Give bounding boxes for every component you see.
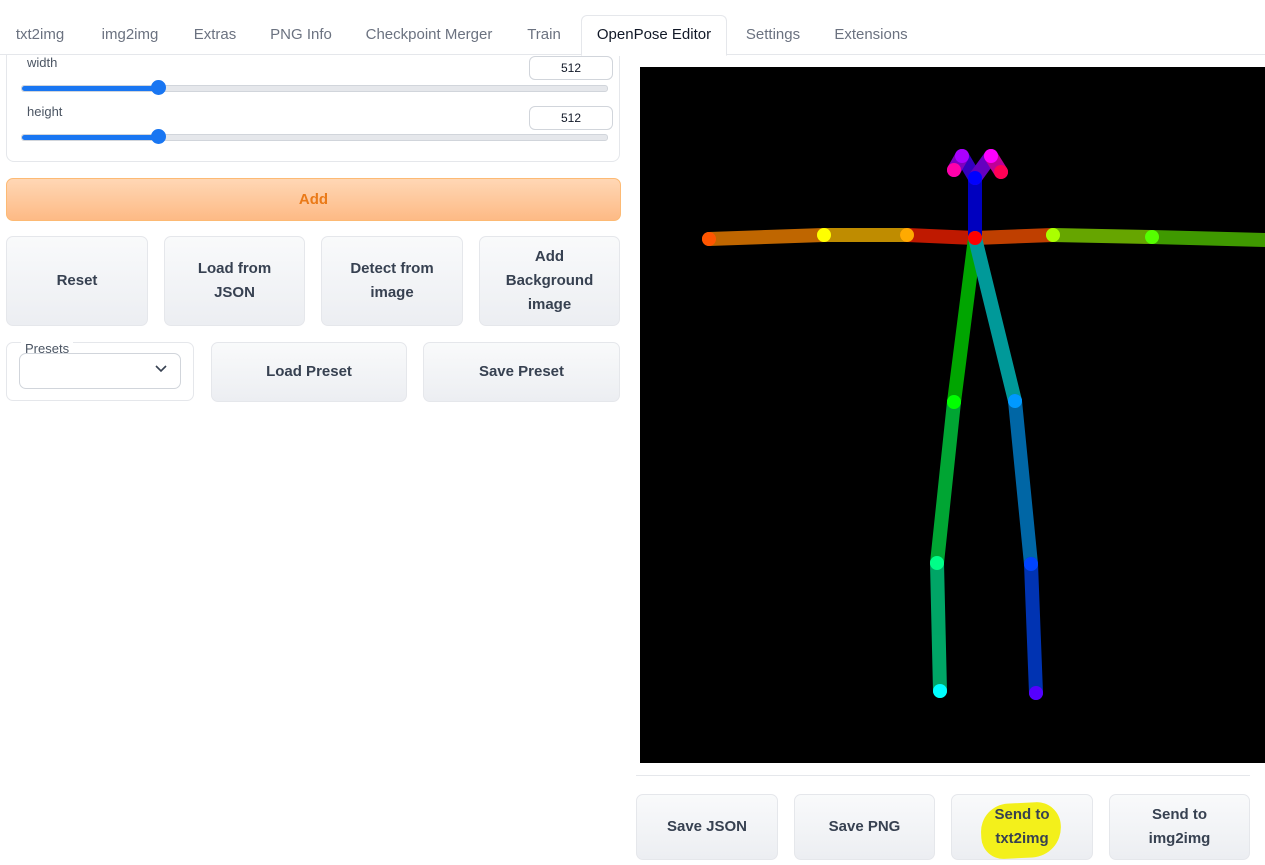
keypoint[interactable] (900, 228, 914, 242)
keypoint[interactable] (994, 165, 1008, 179)
keypoint[interactable] (947, 163, 961, 177)
keypoint[interactable] (1046, 228, 1060, 242)
add-background-image-button[interactable]: Add Background image (479, 236, 620, 326)
limb (930, 395, 961, 570)
load-from-json-label: Load from JSON (197, 260, 272, 301)
save-preset-button[interactable]: Save Preset (423, 342, 620, 402)
keypoint[interactable] (984, 149, 998, 163)
tab-png-info[interactable]: PNG Info (256, 16, 346, 54)
load-preset-label: Load Preset (266, 363, 352, 380)
keypoint[interactable] (702, 232, 716, 246)
send-to-txt2img-label: Send to txt2img (994, 806, 1050, 847)
limb (947, 231, 982, 409)
detect-from-image-button[interactable]: Detect from image (321, 236, 463, 326)
tab-extras[interactable]: Extras (180, 16, 250, 54)
save-preset-label: Save Preset (478, 363, 565, 380)
send-to-img2img-button[interactable]: Send to img2img (1109, 794, 1250, 860)
keypoint[interactable] (1145, 230, 1159, 244)
keypoint[interactable] (930, 556, 944, 570)
limb (900, 228, 982, 245)
add-button[interactable]: Add (6, 178, 621, 221)
tab-txt2img[interactable]: txt2img (0, 16, 80, 54)
send-to-txt2img-button[interactable]: Send to txt2img (951, 794, 1093, 861)
height-slider-fill (22, 135, 159, 140)
tab-settings[interactable]: Settings (731, 16, 815, 54)
limb (1024, 557, 1043, 700)
limb (702, 228, 831, 246)
save-png-label: Save PNG (828, 818, 901, 835)
dimension-sliders-panel: width 512 height 512 (6, 55, 620, 162)
width-label: width (21, 55, 64, 70)
height-label: height (21, 104, 69, 119)
tab-checkpoint-merger[interactable]: Checkpoint Merger (352, 16, 506, 54)
load-preset-button[interactable]: Load Preset (211, 342, 407, 402)
width-slider-block: width 512 (7, 55, 619, 103)
chevron-down-icon (154, 361, 168, 378)
keypoint[interactable] (968, 171, 982, 185)
detect-from-image-label: Detect from image (350, 260, 434, 301)
tab-openpose-editor[interactable]: OpenPose Editor (581, 15, 727, 56)
keypoint[interactable] (1029, 686, 1043, 700)
reset-button[interactable]: Reset (6, 236, 148, 326)
limb (1008, 394, 1038, 571)
tab-img2img[interactable]: img2img (86, 16, 174, 54)
width-slider-fill (22, 86, 159, 91)
add-background-image-label: Add Background image (505, 248, 594, 313)
height-value-input[interactable]: 512 (529, 106, 613, 130)
tab-extensions[interactable]: Extensions (821, 16, 921, 54)
load-from-json-button[interactable]: Load from JSON (164, 236, 305, 326)
limb (930, 556, 947, 698)
limb (1145, 230, 1265, 247)
canvas-divider (636, 775, 1250, 776)
tab-bar: txt2img img2img Extras PNG Info Checkpoi… (0, 0, 1265, 56)
save-png-button[interactable]: Save PNG (794, 794, 935, 860)
limb (968, 228, 1060, 245)
width-value-input[interactable]: 512 (529, 56, 613, 80)
pose-skeleton (702, 149, 1265, 700)
keypoint[interactable] (933, 684, 947, 698)
keypoint[interactable] (1008, 394, 1022, 408)
keypoint[interactable] (817, 228, 831, 242)
limb (1046, 228, 1159, 244)
keypoint[interactable] (947, 395, 961, 409)
send-to-img2img-label: Send to img2img (1148, 806, 1211, 847)
save-json-button[interactable]: Save JSON (636, 794, 778, 860)
width-slider-thumb[interactable] (151, 80, 167, 95)
limb (968, 231, 1022, 408)
reset-button-label: Reset (56, 272, 98, 289)
width-slider[interactable] (21, 80, 608, 95)
height-slider-thumb[interactable] (151, 129, 167, 144)
save-json-label: Save JSON (666, 818, 748, 835)
tab-train[interactable]: Train (512, 16, 576, 54)
keypoint[interactable] (968, 231, 982, 245)
height-slider[interactable] (21, 129, 608, 144)
openpose-canvas[interactable] (640, 67, 1265, 763)
presets-group: Presets (6, 341, 194, 401)
height-slider-block: height 512 (7, 104, 619, 152)
keypoint[interactable] (955, 149, 969, 163)
keypoint[interactable] (1024, 557, 1038, 571)
presets-dropdown[interactable] (19, 353, 181, 389)
